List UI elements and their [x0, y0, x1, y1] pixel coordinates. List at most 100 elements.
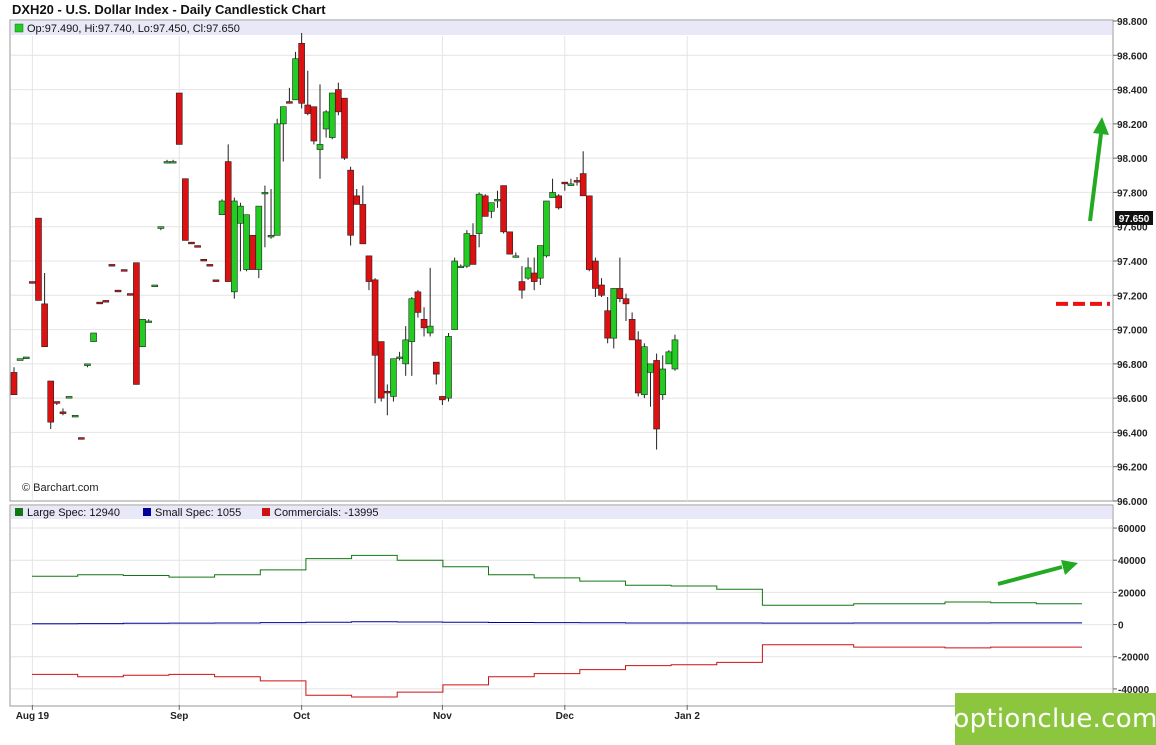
price-tick-label: 97.200	[1117, 291, 1148, 302]
candle	[671, 334, 679, 371]
candle	[585, 195, 593, 272]
price-tick-label: 97.400	[1117, 257, 1148, 268]
candle-body	[457, 265, 465, 268]
candle-body	[659, 368, 667, 396]
candle	[463, 230, 471, 268]
candle-body	[35, 217, 42, 301]
candle	[481, 194, 489, 217]
candle	[500, 185, 507, 234]
candle-body	[126, 293, 134, 296]
chart-canvas: DXH20 - U.S. Dollar Index - Daily Candle…	[9, 2, 1153, 722]
date-label: Dec	[556, 711, 575, 722]
candle-body	[604, 310, 611, 339]
legend-large-spec: Large Spec: 12940	[27, 507, 120, 519]
candle-body	[488, 202, 495, 212]
candle-body	[524, 267, 532, 279]
cot-tick-label: -20000	[1118, 653, 1150, 664]
candle	[231, 197, 238, 299]
candle	[29, 281, 36, 284]
candle-body	[512, 255, 520, 258]
candle	[212, 279, 220, 282]
candle-body	[243, 214, 250, 270]
candle-body	[481, 195, 489, 217]
price-panel: Op:97.490, Hi:97.740, Lo:97.450, Cl:97.6…	[9, 17, 1153, 508]
cot-panel: Large Spec: 12940 Small Spec: 1055 Comme…	[9, 504, 1150, 707]
candle-body	[29, 281, 36, 284]
candle	[310, 106, 318, 145]
candle-body	[463, 233, 471, 267]
candle-body	[610, 288, 618, 339]
candle-body	[671, 339, 679, 370]
candle-body	[102, 300, 110, 303]
candle	[255, 205, 263, 279]
candle	[249, 234, 256, 270]
candle-body	[396, 356, 403, 359]
candle-body	[500, 185, 507, 233]
candle-body	[65, 396, 73, 399]
candle-body	[322, 111, 330, 130]
candle-body	[157, 226, 165, 229]
candle-body	[451, 260, 458, 330]
candle	[298, 33, 305, 109]
candle-body	[206, 264, 214, 267]
candle	[96, 301, 103, 305]
candle	[292, 51, 299, 101]
candle	[71, 414, 79, 418]
candle	[641, 343, 648, 399]
candle-body	[420, 318, 428, 329]
price-tick-label: 98.600	[1117, 51, 1148, 62]
candle	[200, 258, 208, 262]
candle-body	[237, 205, 244, 224]
candle-body	[41, 303, 48, 348]
commercials-swatch	[262, 508, 270, 516]
candle-body	[316, 144, 324, 150]
candle-body	[286, 101, 293, 104]
candle-body	[71, 414, 79, 418]
candle	[194, 245, 201, 248]
price-tick-label: 98.000	[1117, 154, 1148, 165]
candle-body	[592, 260, 599, 289]
candle	[634, 331, 642, 397]
cot-tick-label: 40000	[1118, 556, 1146, 567]
candle-body	[120, 269, 128, 272]
candle	[218, 199, 226, 216]
candle-body	[475, 193, 483, 234]
candle-body	[377, 341, 385, 399]
candle	[341, 97, 348, 160]
candle	[126, 293, 134, 296]
candle-body	[341, 97, 348, 159]
candle-body	[169, 161, 177, 164]
optionclue-logo: optionclue.com	[953, 693, 1156, 745]
date-label: Oct	[293, 711, 310, 722]
candle-body	[414, 291, 422, 313]
candle	[139, 318, 146, 348]
candle	[78, 437, 85, 440]
candle-body	[59, 411, 67, 414]
candle-body	[114, 289, 122, 293]
cot-tick-label: 60000	[1118, 524, 1146, 535]
candle-body	[494, 198, 501, 202]
candle	[506, 231, 514, 255]
candle-body	[579, 173, 587, 197]
candle-body	[96, 301, 103, 305]
candle-body	[549, 192, 556, 198]
candle-body	[133, 262, 140, 385]
cot-tick-label: 0	[1118, 621, 1124, 632]
candle-body	[16, 358, 24, 361]
cot-tick-label: 20000	[1118, 588, 1146, 599]
candle-body	[47, 380, 55, 423]
candle-body	[439, 396, 446, 401]
candle-body	[628, 318, 636, 341]
price-tick-label: 96.800	[1117, 360, 1148, 371]
candle-body	[279, 106, 287, 125]
candle	[206, 264, 214, 267]
date-label: Aug 19	[16, 711, 50, 722]
candle-body	[218, 200, 226, 216]
candle-body	[163, 161, 171, 164]
candle-body	[426, 325, 434, 334]
candle-body	[555, 195, 562, 209]
cot-panel-frame	[9, 504, 1114, 707]
candle-body	[365, 255, 373, 282]
candle-body	[408, 298, 416, 342]
date-axis: Aug 19 Sep Oct Nov Dec Jan 2	[16, 705, 700, 722]
